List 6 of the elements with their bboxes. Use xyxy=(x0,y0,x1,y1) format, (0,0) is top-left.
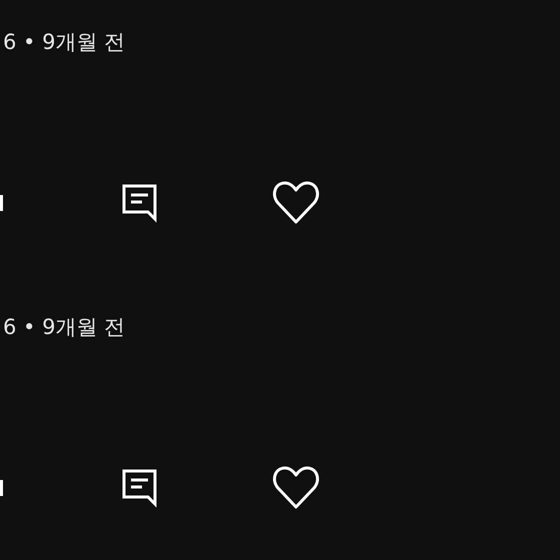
post-meta: 6 • 9개월 전 xyxy=(3,30,126,54)
heart-icon[interactable] xyxy=(272,180,320,226)
comment-icon[interactable] xyxy=(122,468,158,508)
comment-icon[interactable] xyxy=(122,183,158,223)
heart-icon[interactable] xyxy=(272,465,320,511)
post-meta: 6 • 9개월 전 xyxy=(3,315,126,339)
